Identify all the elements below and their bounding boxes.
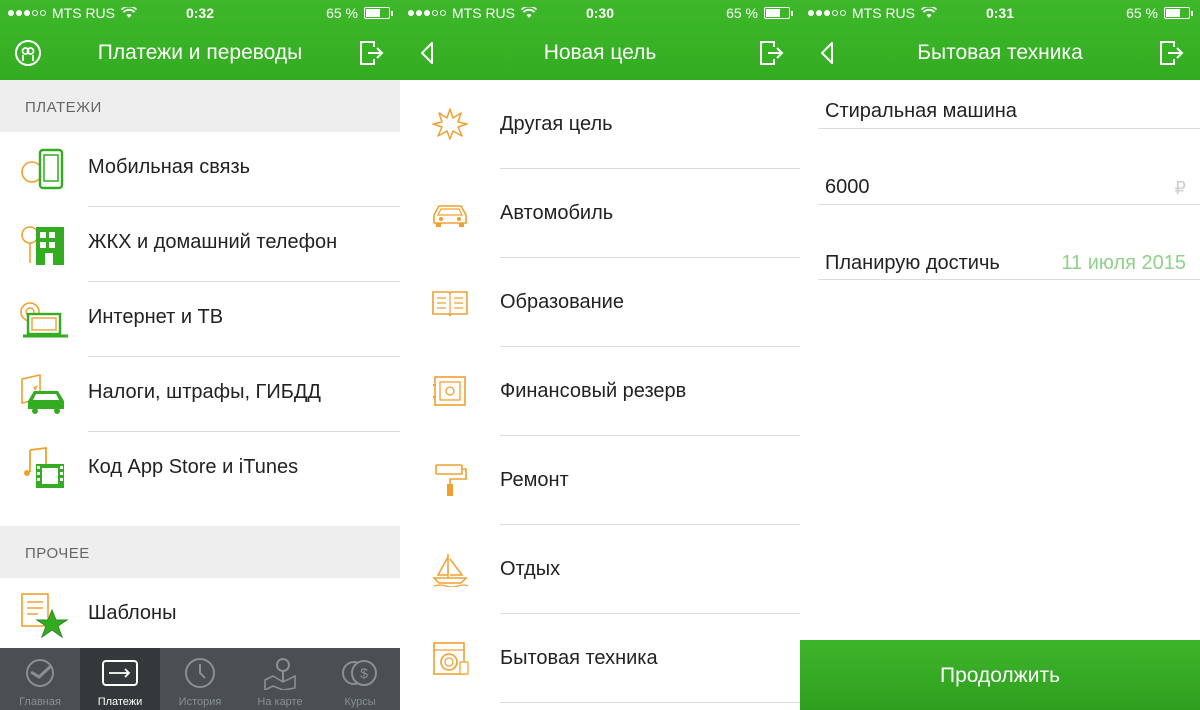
music-film-icon (24, 446, 64, 488)
tab-label: Главная (19, 696, 61, 708)
tab-label: На карте (257, 696, 303, 708)
tab-map[interactable]: На карте (240, 648, 320, 710)
section-header-payments: ПЛАТЕЖИ (0, 80, 400, 132)
divider (818, 128, 1200, 129)
payments-screen: MTS RUS 0:32 65 % Платежи и переводы ПЛА… (0, 0, 400, 710)
tab-bar: Главная Платежи История На карте $ Курсы (0, 648, 400, 710)
goal-label: Другая цель (500, 113, 613, 135)
logout-icon[interactable] (758, 39, 784, 67)
continue-button[interactable]: Продолжить (800, 640, 1200, 710)
header: MTS RUS 0:31 65 % Бытовая техника (800, 0, 1200, 80)
payment-label: Мобильная связь (88, 156, 251, 178)
svg-text:$: $ (360, 665, 368, 681)
payment-item-internet[interactable]: Интернет и ТВ (0, 282, 400, 357)
payment-label: Шаблоны (88, 602, 177, 624)
payment-item-templates[interactable]: Шаблоны (0, 578, 400, 653)
goal-item-car[interactable]: Автомобиль (400, 169, 800, 258)
card-icon (102, 660, 138, 686)
sber-logo-icon (26, 659, 54, 687)
tab-payments[interactable]: Платежи (80, 648, 160, 710)
goal-item-repair[interactable]: Ремонт (400, 436, 800, 525)
tab-label: Курсы (344, 696, 376, 708)
battery-label: 65 % (726, 5, 758, 21)
page-title: Новая цель (543, 41, 657, 64)
car-fine-icon (21, 374, 64, 414)
battery-label: 65 % (326, 5, 358, 21)
goal-label: Автомобиль (500, 202, 614, 224)
mobile-phone-icon (21, 148, 64, 190)
status-bar: MTS RUS 0:30 65 % (400, 0, 800, 26)
goal-item-vacation[interactable]: Отдых (400, 525, 800, 614)
status-bar: MTS RUS 0:32 65 % (0, 0, 400, 26)
tab-main[interactable]: Главная (0, 648, 80, 710)
goal-label: Финансовый резерв (500, 380, 687, 402)
car-icon (433, 205, 467, 227)
payment-label: Код App Store и iTunes (88, 456, 299, 478)
safe-icon (433, 376, 466, 406)
book-icon (432, 291, 468, 317)
new-goal-screen: MTS RUS 0:30 65 % Новая цель Другая цель (400, 0, 800, 710)
tab-rates[interactable]: $ Курсы (320, 648, 400, 710)
logout-icon[interactable] (358, 39, 384, 67)
sailboat-icon (432, 554, 469, 587)
currency-symbol: ₽ (1174, 178, 1186, 198)
payment-label: Интернет и ТВ (88, 306, 224, 328)
map-pin-icon (264, 658, 296, 690)
building-icon (21, 226, 64, 265)
goal-details-screen: MTS RUS 0:31 65 % Бытовая техника Стирал… (800, 0, 1200, 710)
status-bar: MTS RUS 0:31 65 % (800, 0, 1200, 26)
goal-item-other[interactable]: Другая цель (400, 80, 800, 169)
header: MTS RUS 0:30 65 % Новая цель (400, 0, 800, 80)
page-title: Платежи и переводы (97, 41, 303, 64)
goal-label: Ремонт (500, 469, 569, 491)
battery-icon (764, 7, 793, 19)
laptop-icon (20, 302, 68, 338)
payment-item-appstore[interactable]: Код App Store и iTunes (0, 432, 400, 507)
battery-icon (364, 7, 393, 19)
divider (818, 204, 1200, 205)
star-document-icon (21, 593, 69, 639)
payment-label: ЖКХ и домашний телефон (88, 231, 338, 253)
goal-label: Бытовая техника (500, 647, 658, 669)
coins-icon: $ (342, 660, 377, 686)
amount-field[interactable]: 6000 (825, 176, 870, 199)
battery-icon (1164, 7, 1193, 19)
goal-item-appliances[interactable]: Бытовая техника (400, 614, 800, 703)
goal-item-reserve[interactable]: Финансовый резерв (400, 347, 800, 436)
payment-item-utilities[interactable]: ЖКХ и домашний телефон (0, 207, 400, 282)
nav-bar: Бытовая техника (800, 30, 1200, 76)
goal-name-field[interactable]: Стиральная машина (825, 100, 1017, 123)
page-title: Бытовая техника (917, 41, 1083, 64)
nav-bar: Новая цель (400, 30, 800, 76)
goal-item-education[interactable]: Образование (400, 258, 800, 347)
payment-label: Налоги, штрафы, ГИБДД (88, 381, 321, 403)
tab-label: История (178, 696, 222, 708)
goal-label: Отдых (500, 558, 561, 580)
tab-label: Платежи (97, 696, 143, 708)
tab-history[interactable]: История (160, 648, 240, 710)
divider (818, 279, 1200, 280)
battery-label: 65 % (1126, 5, 1158, 21)
section-header-other: ПРОЧЕЕ (0, 526, 400, 578)
nav-bar: Платежи и переводы (0, 30, 400, 76)
header: MTS RUS 0:32 65 % Платежи и переводы (0, 0, 400, 80)
date-picker[interactable]: 11 июля 2015 (1061, 252, 1186, 275)
payment-item-mobile[interactable]: Мобильная связь (0, 132, 400, 207)
plan-label: Планирую достичь (825, 252, 1000, 274)
divider (500, 702, 800, 703)
goal-label: Образование (500, 291, 624, 313)
washing-machine-icon (433, 642, 469, 675)
payment-item-taxes[interactable]: Налоги, штрафы, ГИБДД (0, 357, 400, 432)
logout-icon[interactable] (1158, 39, 1184, 67)
paint-roller-icon (435, 464, 467, 496)
starburst-icon (432, 108, 468, 140)
clock-icon (185, 658, 215, 688)
